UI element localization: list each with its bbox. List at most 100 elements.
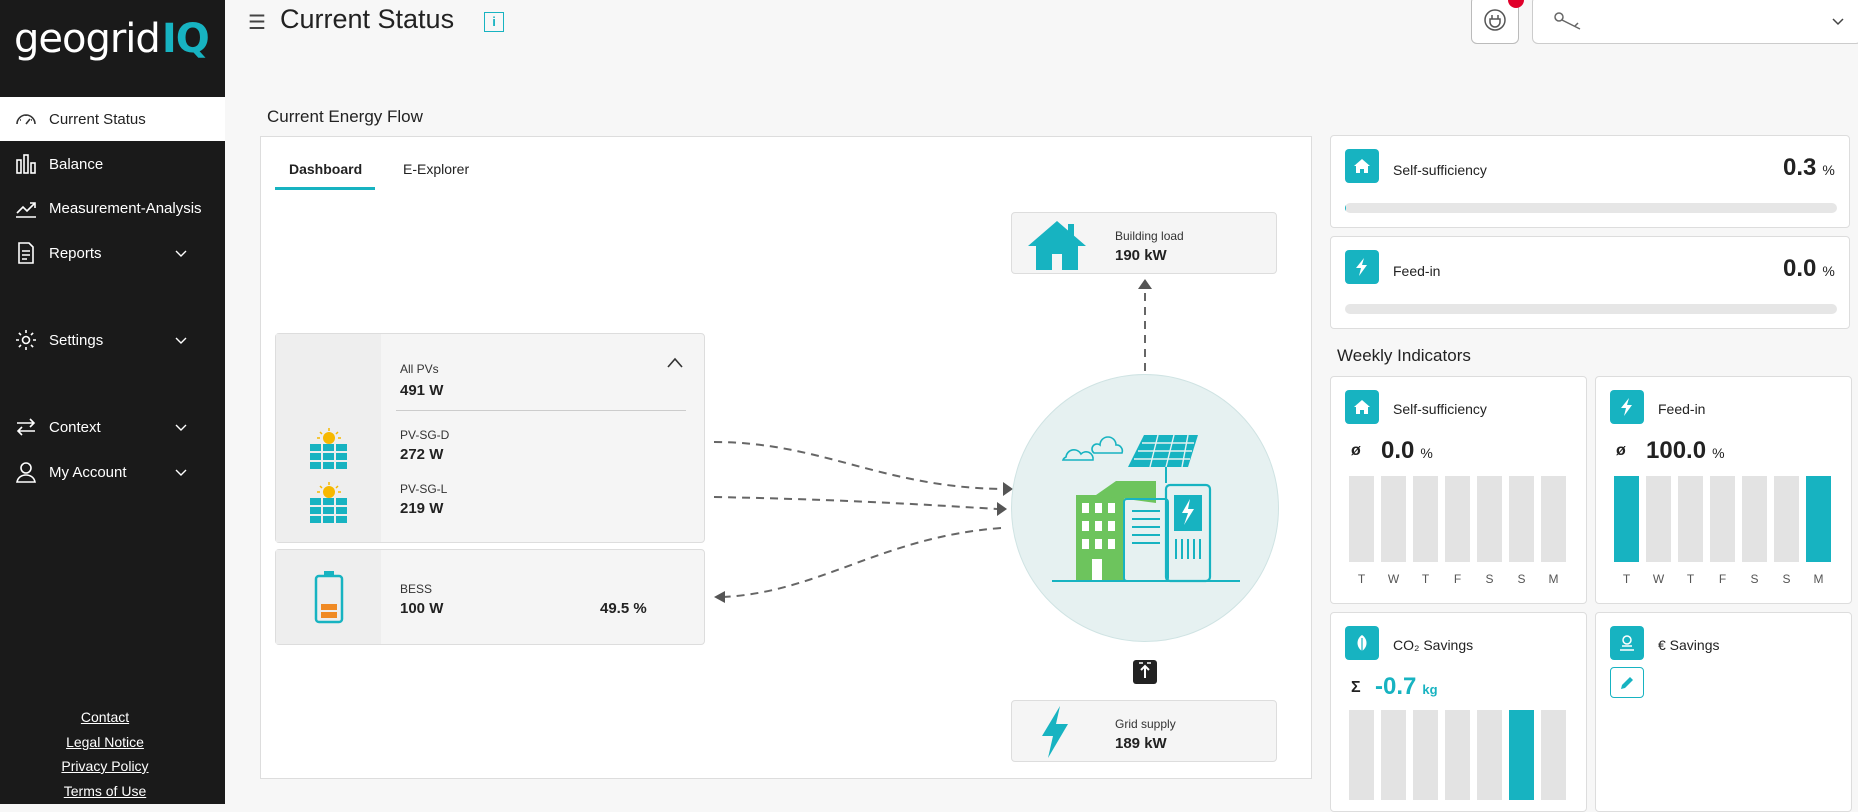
weekday-label: S	[1517, 572, 1526, 586]
plug-icon	[1484, 9, 1506, 31]
sidebar-item-label: Balance	[49, 155, 104, 173]
sidebar: geogrid IQ Current Status Balance Measure…	[0, 0, 225, 804]
weekly-bar	[1509, 476, 1534, 562]
weekly-number: 0.0	[1381, 437, 1415, 464]
footer-link-contact[interactable]: Contact	[0, 709, 210, 725]
weekday-label: M	[1813, 572, 1824, 586]
weekday-label: W	[1652, 572, 1665, 586]
grid-supply-box[interactable]: Grid supply 189 kW	[1011, 700, 1277, 762]
gauge-icon	[16, 114, 36, 125]
line-chart-icon	[16, 202, 36, 218]
sidebar-item-my-account[interactable]: My Account	[0, 450, 225, 494]
kpi-value: 0.3%	[1783, 154, 1835, 182]
weekly-indicators-title: Weekly Indicators	[1337, 346, 1471, 365]
weekly-label: CO₂ Savings	[1393, 637, 1474, 653]
sidebar-item-reports[interactable]: Reports	[0, 231, 225, 275]
lightning-icon	[1345, 250, 1379, 284]
pencil-icon	[1621, 676, 1633, 689]
chevron-down-icon	[175, 250, 187, 257]
chevron-down-icon	[175, 424, 187, 431]
kpi-progress-fill	[1345, 203, 1347, 213]
section-title: Current Energy Flow	[267, 107, 423, 126]
footer-link-legal-notice[interactable]: Legal Notice	[0, 734, 210, 750]
weekly-bar	[1381, 476, 1406, 562]
user-icon	[16, 462, 36, 483]
sidebar-item-measurement-analysis[interactable]: Measurement-Analysis	[0, 186, 225, 230]
chevron-down-icon	[175, 337, 187, 344]
weekly-bar-fill	[1509, 710, 1534, 800]
weekly-value: 0.0%	[1381, 437, 1433, 465]
weekly-bar	[1678, 476, 1703, 562]
edit-button[interactable]	[1610, 667, 1644, 698]
weekday-label: T	[1357, 572, 1366, 586]
sidebar-item-label: Context	[49, 418, 101, 436]
house-icon	[1345, 149, 1379, 183]
weekly-days: TWTFSSM	[1349, 572, 1566, 586]
weekday-label: F	[1453, 572, 1462, 586]
weekly-bar	[1445, 710, 1470, 800]
weekly-bars	[1349, 476, 1566, 562]
weekly-bar	[1710, 476, 1735, 562]
leaf-icon	[1345, 626, 1379, 660]
weekly-unit: %	[1712, 445, 1725, 461]
document-icon	[18, 242, 34, 264]
weekly-bar	[1381, 710, 1406, 800]
chevron-down-icon	[1832, 18, 1844, 26]
weekday-label: W	[1387, 572, 1400, 586]
money-icon	[1610, 626, 1644, 660]
average-symbol: ø	[1616, 442, 1626, 459]
weekday-label: F	[1718, 572, 1727, 586]
sidebar-item-settings[interactable]: Settings	[0, 318, 225, 362]
self-sufficiency-card: Self-sufficiency 0.3%	[1330, 135, 1850, 228]
weekly-bar	[1806, 476, 1831, 562]
weekly-bar	[1477, 476, 1502, 562]
weekly-bar	[1349, 710, 1374, 800]
sidebar-item-balance[interactable]: Balance	[0, 142, 225, 186]
hamburger-menu-icon[interactable]: ☰	[248, 10, 266, 35]
kpi-progress-bar	[1345, 203, 1837, 213]
logo[interactable]: geogrid IQ	[14, 16, 210, 62]
lightning-icon	[1042, 706, 1068, 758]
weekly-unit: kg	[1422, 682, 1438, 697]
site-hub	[1011, 374, 1279, 642]
footer-link-privacy-policy[interactable]: Privacy Policy	[0, 758, 210, 774]
weekly-bar	[1349, 476, 1374, 562]
sidebar-item-context[interactable]: Context	[0, 405, 225, 449]
site-select[interactable]	[1532, 0, 1858, 44]
weekday-label: S	[1485, 572, 1494, 586]
weekly-number: -0.7	[1375, 673, 1417, 700]
kpi-number: 0.0	[1783, 255, 1817, 282]
kpi-progress-bar	[1345, 304, 1837, 314]
kpi-number: 0.3	[1783, 154, 1817, 181]
weekday-label: T	[1421, 572, 1430, 586]
bar-chart-icon	[16, 154, 36, 174]
weekly-bar	[1614, 476, 1639, 562]
logo-accent: IQ	[161, 16, 210, 62]
kpi-value: 0.0%	[1783, 255, 1835, 283]
weekly-bar	[1774, 476, 1799, 562]
lightning-icon	[1610, 390, 1644, 424]
swap-icon	[16, 418, 36, 436]
weekly-label: Self-sufficiency	[1393, 401, 1487, 417]
weekly-bar	[1742, 476, 1767, 562]
weekly-self-sufficiency-card: Self-sufficiency ø 0.0% T W T F S S M	[1330, 376, 1587, 604]
weekly-bar-fill	[1614, 476, 1639, 562]
weekly-bar	[1541, 710, 1566, 800]
kpi-label: Feed-in	[1393, 263, 1441, 279]
page-title: Current Status	[280, 4, 455, 34]
euro-savings-card: € Savings	[1595, 612, 1852, 812]
sidebar-item-current-status[interactable]: Current Status	[0, 97, 225, 141]
sidebar-item-label: Measurement-Analysis	[49, 199, 202, 217]
house-icon	[1345, 390, 1379, 424]
kpi-unit: %	[1822, 263, 1835, 279]
weekly-bars	[1614, 476, 1831, 562]
weekly-bar-fill	[1806, 476, 1831, 562]
meter-icon	[1133, 660, 1157, 684]
footer-link-terms-of-use[interactable]: Terms of Use	[0, 783, 210, 799]
weekly-bars	[1349, 710, 1566, 800]
energy-flow-card: Dashboard E-Explorer Building load 190 k…	[260, 136, 1312, 779]
weekday-label: T	[1686, 572, 1695, 586]
average-symbol: ø	[1351, 442, 1361, 459]
info-icon[interactable]: i	[484, 12, 504, 32]
weekly-unit: %	[1420, 445, 1433, 461]
